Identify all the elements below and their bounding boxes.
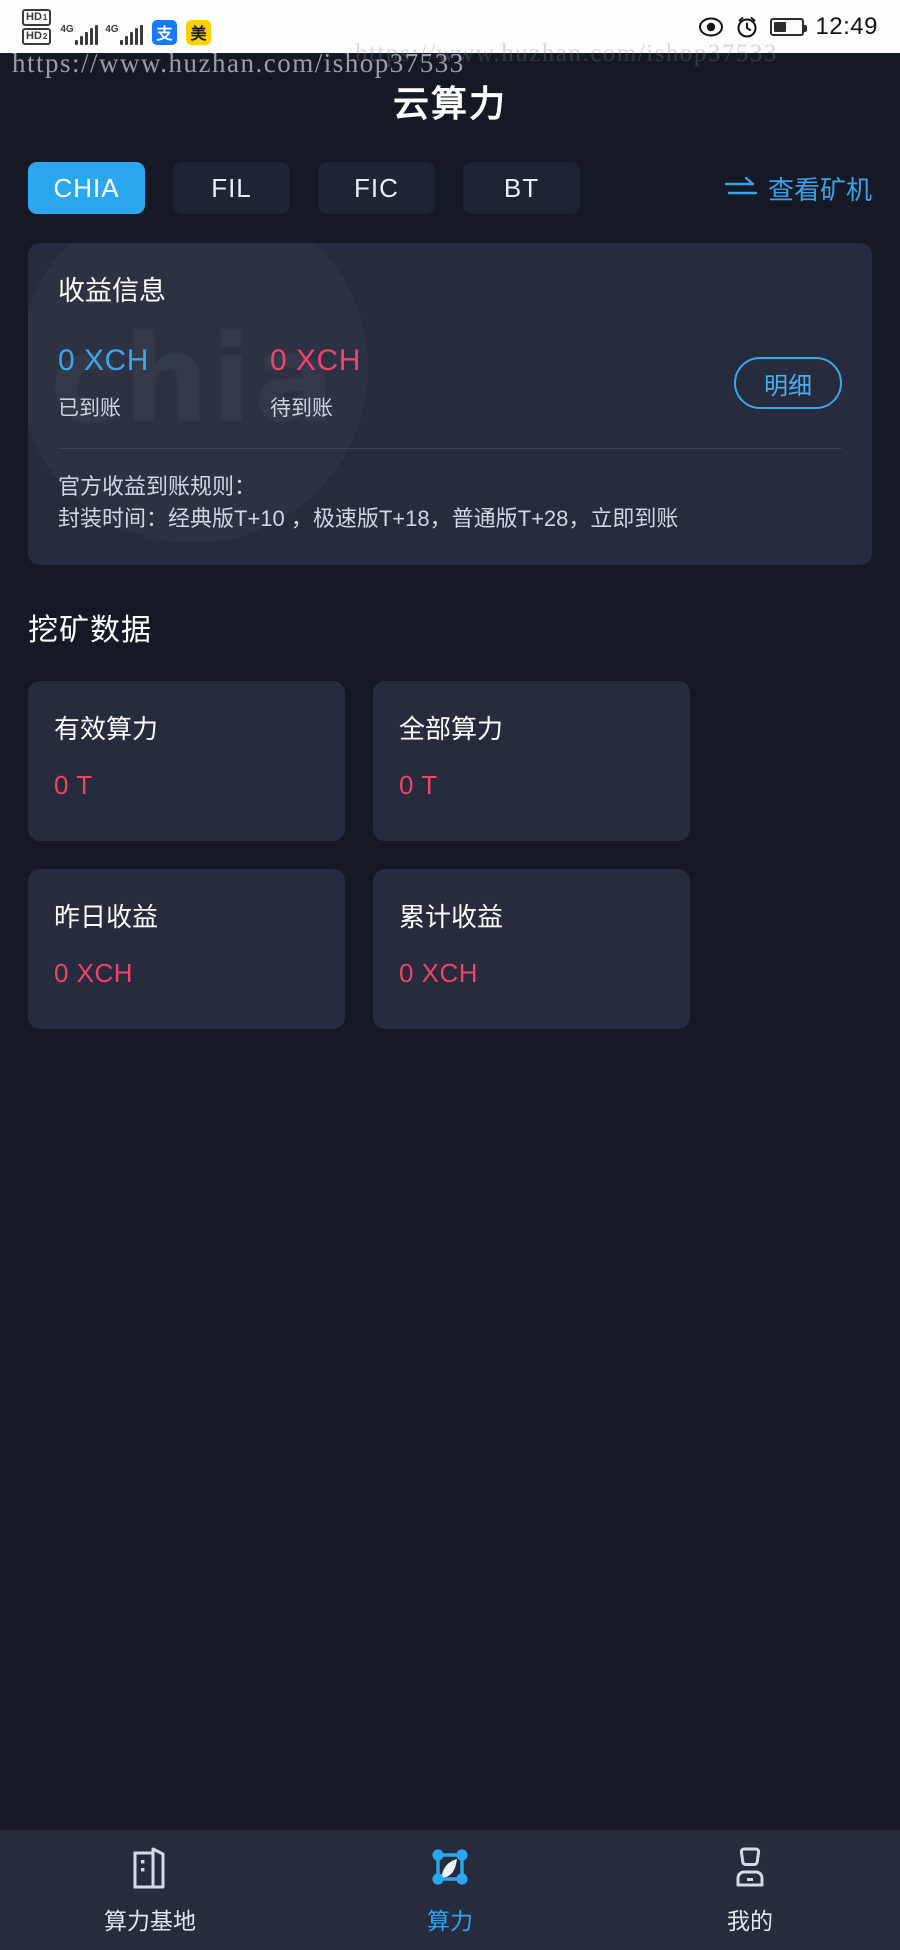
- tab-chia[interactable]: CHIA: [28, 162, 145, 214]
- hd-indicator-group: HD 1 HD 2: [22, 8, 52, 45]
- signal-bars-icon-2: [119, 24, 144, 45]
- page-title: 云算力: [392, 83, 507, 124]
- nav-item-mine[interactable]: 我的: [670, 1840, 830, 1936]
- network-nodes-icon: [425, 1840, 475, 1894]
- battery-icon: [770, 17, 808, 36]
- bottom-navigation-bar: 算力基地 算力 我的: [0, 1830, 900, 1950]
- alipay-app-icon: 支: [152, 19, 178, 45]
- stat-label: 昨日收益: [54, 901, 159, 932]
- alarm-clock-icon: [735, 15, 759, 39]
- nav-item-hashrate-base[interactable]: 算力基地: [70, 1840, 230, 1936]
- income-info-card: chia 收益信息 0 XCH 已到账 0 XCH 待到账 明细 官方收益到账规…: [28, 243, 872, 565]
- tab-fil[interactable]: FIL: [173, 162, 290, 214]
- network-type-label-1: 4G: [60, 23, 74, 35]
- income-card-divider: [58, 448, 842, 449]
- clock-time: 12:49: [815, 12, 878, 40]
- income-card-title: 收益信息: [58, 276, 166, 306]
- nav-item-hashrate[interactable]: 算力: [370, 1840, 530, 1936]
- view-miners-link[interactable]: 查看矿机: [724, 170, 872, 207]
- status-bar: HD 1 HD 2 4G 4G 支 美 12:49: [0, 0, 900, 53]
- stat-label: 全部算力: [399, 713, 504, 744]
- income-rules-heading: 官方收益到账规则：: [58, 474, 257, 499]
- stat-value: 0 XCH: [54, 957, 134, 988]
- hd2-icon: HD 2: [22, 27, 52, 45]
- income-rules: 官方收益到账规则： 封装时间：经典版T+10 ，极速版T+18，普通版T+28，…: [58, 471, 842, 535]
- stat-value: 0 T: [54, 769, 93, 800]
- income-received-block: 0 XCH 已到账: [58, 344, 270, 422]
- building-icon: [127, 1840, 173, 1894]
- status-bar-right-icons: 12:49: [698, 13, 878, 41]
- stat-value: 0 XCH: [399, 957, 479, 988]
- income-detail-button[interactable]: 明细: [734, 357, 842, 409]
- stat-value: 0 T: [399, 769, 438, 800]
- stat-card-cumulative-income[interactable]: 累计收益 0 XCH: [373, 868, 690, 1029]
- stat-card-yesterday-income[interactable]: 昨日收益 0 XCH: [28, 868, 345, 1029]
- income-received-value: 0 XCH: [58, 344, 149, 377]
- income-pending-block: 0 XCH 待到账: [270, 344, 482, 422]
- income-rules-body: 封装时间：经典版T+10 ，极速版T+18，普通版T+28，立即到账: [58, 505, 679, 531]
- view-miners-label: 查看矿机: [767, 174, 872, 205]
- signal-sim1: 4G: [60, 23, 99, 45]
- mining-data-title: 挖矿数据: [28, 613, 152, 647]
- signal-bars-icon-1: [74, 24, 99, 45]
- income-pending-value: 0 XCH: [270, 344, 361, 377]
- app-header: 云算力: [0, 53, 900, 149]
- status-bar-left-icons: HD 1 HD 2 4G 4G 支 美: [22, 8, 212, 45]
- nav-label: 算力基地: [104, 1908, 196, 1934]
- income-pending-label: 待到账: [270, 397, 333, 420]
- income-received-label: 已到账: [58, 397, 121, 420]
- swap-arrows-icon: [724, 176, 758, 200]
- person-icon: [727, 1840, 773, 1894]
- stat-card-total-hashrate[interactable]: 全部算力 0 T: [373, 680, 690, 841]
- eye-care-icon: [698, 16, 724, 38]
- network-type-label-2: 4G: [105, 23, 119, 35]
- stat-label: 累计收益: [399, 901, 504, 932]
- meituan-app-icon: 美: [186, 19, 212, 45]
- signal-sim2: 4G: [105, 23, 144, 45]
- nav-label: 我的: [727, 1908, 773, 1934]
- stat-card-effective-hashrate[interactable]: 有效算力 0 T: [28, 680, 345, 841]
- nav-label: 算力: [427, 1908, 473, 1934]
- income-values-row: 0 XCH 已到账 0 XCH 待到账 明细: [58, 344, 842, 422]
- hd1-icon: HD 1: [22, 8, 52, 26]
- mining-data-grid: 有效算力 0 T 全部算力 0 T 昨日收益 0 XCH 累计收益 0 XCH: [0, 649, 900, 1029]
- tab-fic[interactable]: FIC: [318, 162, 435, 214]
- coin-tab-bar: CHIA FIL FIC BT 查看矿机: [0, 149, 900, 227]
- stat-label: 有效算力: [54, 713, 159, 744]
- tab-bt[interactable]: BT: [463, 162, 580, 214]
